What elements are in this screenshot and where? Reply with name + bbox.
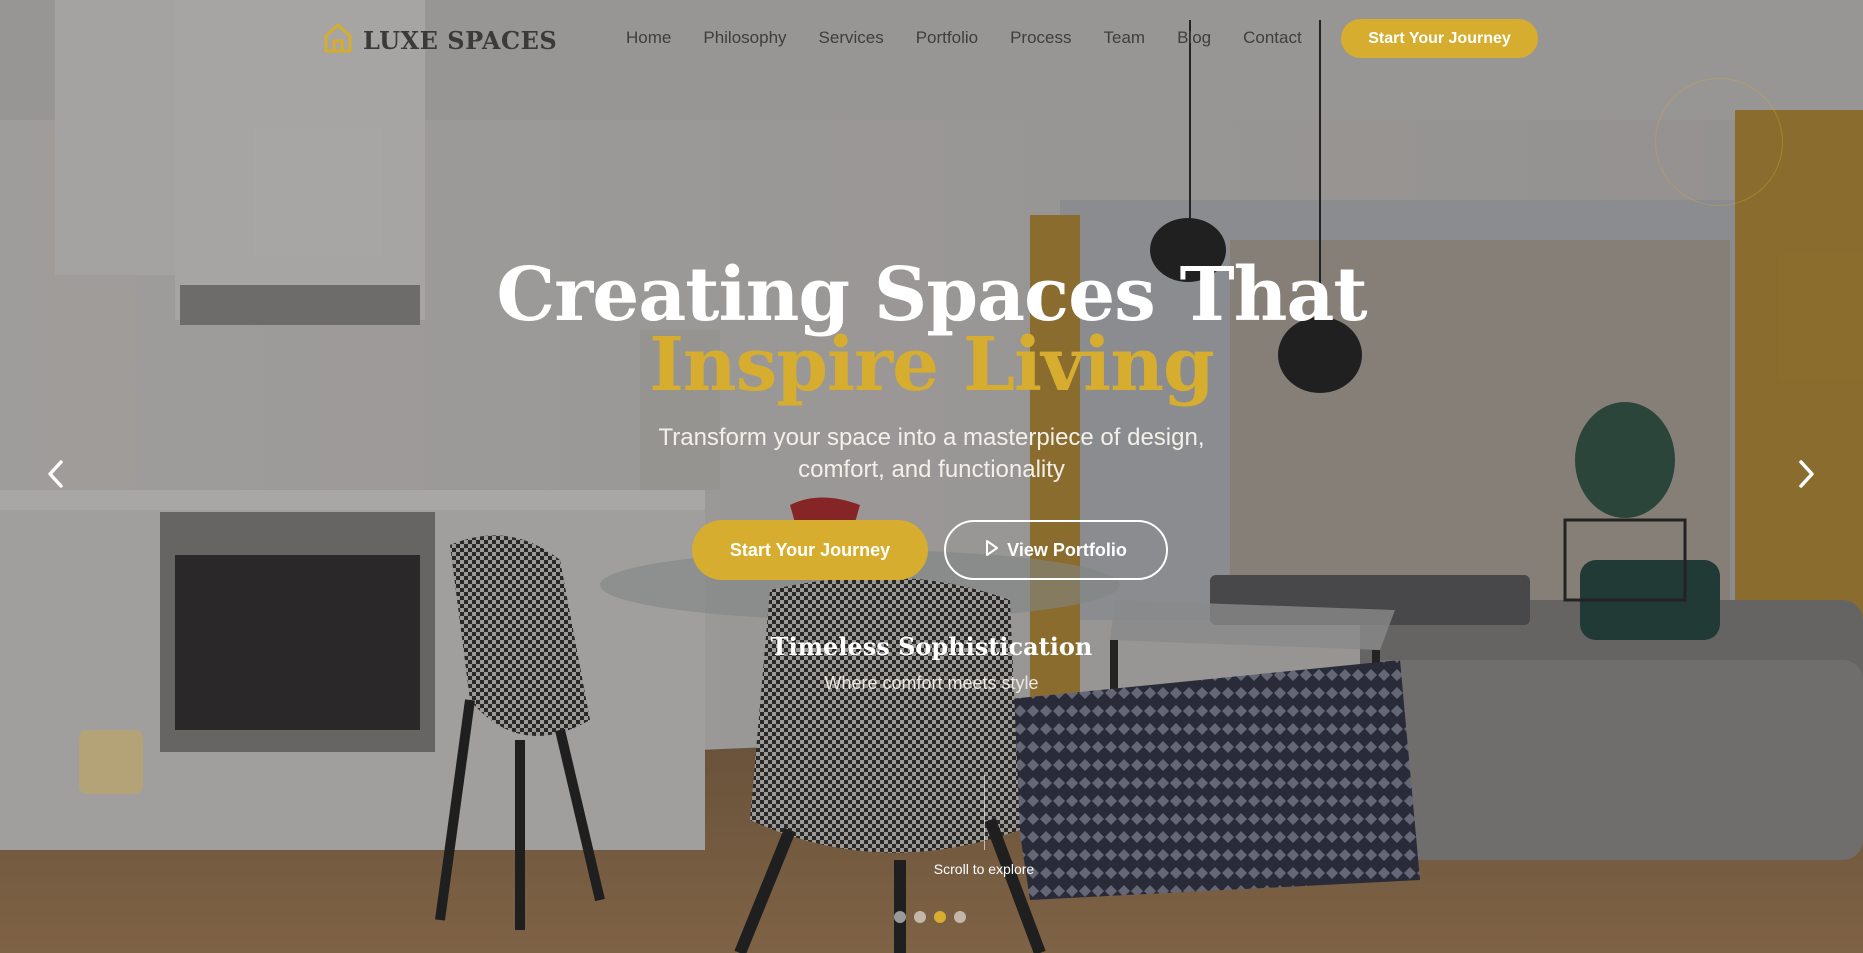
carousel-dot-4[interactable] — [954, 911, 966, 923]
play-icon — [985, 539, 999, 561]
scroll-hint[interactable]: Scroll to explore — [884, 861, 1084, 877]
carousel-prev-button[interactable] — [40, 459, 72, 494]
nav-link-home[interactable]: Home — [626, 28, 671, 48]
hero-subtitle-line2: comfort, and functionality — [798, 456, 1065, 483]
slide-caption-title: Timeless Sophistication — [770, 632, 1093, 661]
carousel-dots — [894, 911, 966, 923]
slide-caption-subtitle: Where comfort meets style — [824, 673, 1039, 693]
nav-link-team[interactable]: Team — [1104, 28, 1146, 48]
decorative-square — [79, 730, 143, 794]
decorative-circle — [1655, 78, 1783, 206]
hero-title-line2: Inspire Living — [649, 322, 1215, 408]
nav-link-process[interactable]: Process — [1010, 28, 1071, 48]
carousel-dot-2[interactable] — [914, 911, 926, 923]
view-portfolio-button[interactable]: View Portfolio — [944, 520, 1168, 580]
scroll-indicator-line — [984, 775, 985, 850]
hero-button-group: Start Your Journey View Portfolio — [692, 520, 1168, 580]
hero-section: LUXE SPACES Home Philosophy Services Por… — [0, 0, 1863, 953]
chevron-right-icon — [1796, 459, 1816, 494]
start-journey-button[interactable]: Start Your Journey — [692, 520, 928, 580]
carousel-next-button[interactable] — [1790, 459, 1822, 494]
carousel-dot-1[interactable] — [894, 911, 906, 923]
nav-start-journey-button[interactable]: Start Your Journey — [1341, 19, 1538, 58]
nav-link-portfolio[interactable]: Portfolio — [916, 28, 978, 48]
nav-link-services[interactable]: Services — [819, 28, 884, 48]
hero-subtitle: Transform your space into a masterpiece … — [0, 422, 1863, 486]
nav-link-contact[interactable]: Contact — [1243, 28, 1302, 48]
chevron-left-icon — [46, 459, 66, 494]
nav-link-philosophy[interactable]: Philosophy — [703, 28, 786, 48]
house-icon — [323, 22, 353, 59]
view-portfolio-label: View Portfolio — [1007, 539, 1127, 560]
top-navbar: LUXE SPACES Home Philosophy Services Por… — [0, 0, 1863, 78]
brand-logo[interactable]: LUXE SPACES — [323, 22, 557, 59]
nav-link-blog[interactable]: Blog — [1177, 28, 1211, 48]
nav-menu: Home Philosophy Services Portfolio Proce… — [626, 28, 1334, 48]
brand-name: LUXE SPACES — [363, 26, 558, 55]
hero-subtitle-line1: Transform your space into a masterpiece … — [658, 424, 1205, 451]
carousel-dot-3[interactable] — [934, 911, 946, 923]
